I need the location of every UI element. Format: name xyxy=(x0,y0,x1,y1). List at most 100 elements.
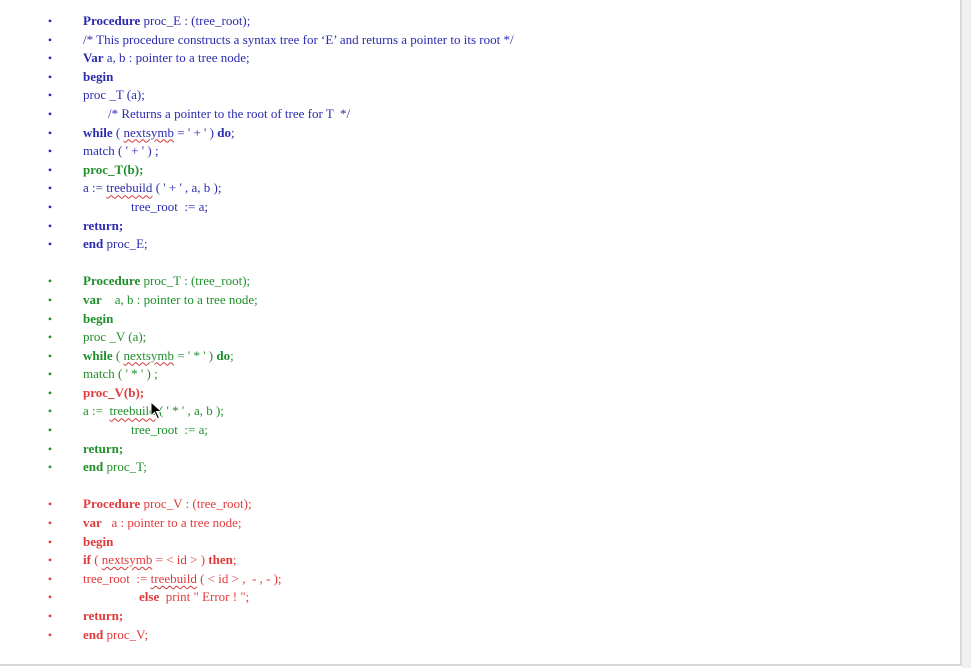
keyword: proc_T(b); xyxy=(83,161,144,177)
misspelled-word: nextsymb xyxy=(123,347,175,363)
code-line: • return; xyxy=(0,217,950,236)
code-segment: ( xyxy=(112,347,124,363)
code-text: return; xyxy=(83,217,123,236)
misspelled-word: nextsymb xyxy=(101,552,153,568)
code-line: • match ( ' * ' ) ; xyxy=(0,365,950,384)
bullet-icon: • xyxy=(47,423,53,438)
code-text: proc_V(b); xyxy=(83,384,144,403)
code-segment: proc_T; xyxy=(103,459,147,475)
bullet-icon: • xyxy=(47,367,53,382)
keyword: end xyxy=(83,236,104,252)
code-segment: ( < id > , - , - ); xyxy=(196,570,282,586)
bullet-icon: • xyxy=(47,571,53,586)
keyword: else xyxy=(139,589,160,605)
code-line: • proc _V (a); xyxy=(0,328,950,347)
bullet-icon: • xyxy=(47,460,53,475)
keyword: Procedure xyxy=(83,273,141,289)
code-line: • tree_root := a; xyxy=(0,421,950,440)
bullet-icon: • xyxy=(47,627,53,642)
bullet-icon: • xyxy=(47,311,53,326)
procedure-block: • Procedure proc_V : (tree_root); • var a :… xyxy=(0,495,950,644)
code-segment: tree_root := xyxy=(83,570,151,586)
code-line: • tree_root := treebuild ( < id > , - , -… xyxy=(0,570,950,589)
code-text: if ( nextsymb = < id > ) then; xyxy=(83,551,236,570)
code-line: • return; xyxy=(0,440,950,459)
bullet-icon: • xyxy=(47,218,53,233)
code-text: tree_root := a; xyxy=(131,198,208,217)
code-line: • Procedure proc_V : (tree_root); xyxy=(0,495,950,514)
bullet-icon: • xyxy=(47,237,53,252)
code-text: /* Returns a pointer to the root of tree… xyxy=(108,105,350,124)
code-line: • a := treebuild ( ' + ' , a, b ); xyxy=(0,179,950,198)
code-segment: a, b : pointer to a tree node; xyxy=(103,50,250,66)
code-text: begin xyxy=(83,68,113,87)
code-text: proc _T (a); xyxy=(83,86,145,105)
code-text: proc _V (a); xyxy=(83,328,146,347)
keyword: end xyxy=(83,626,104,642)
mouse-cursor-icon xyxy=(150,401,163,420)
code-line: • proc _T (a); xyxy=(0,86,950,105)
bullet-icon: • xyxy=(47,590,53,605)
code-line: • end proc_V; xyxy=(0,626,950,645)
code-line: • begin xyxy=(0,68,950,87)
keyword: Var xyxy=(83,50,104,66)
code-segment: proc_V; xyxy=(103,626,149,642)
code-line: • tree_root := a; xyxy=(0,198,950,217)
code-text: end proc_V; xyxy=(83,626,148,645)
code-text: tree_root := treebuild ( < id > , - , - … xyxy=(83,570,282,589)
misspelled-word: treebuild xyxy=(106,180,153,196)
bullet-icon: • xyxy=(47,88,53,103)
code-line: • var a, b : pointer to a tree node; xyxy=(0,291,950,310)
procedure-block: • Procedure proc_T : (tree_root); • var a, … xyxy=(0,272,950,477)
keyword: return; xyxy=(83,608,124,623)
bullet-icon: • xyxy=(47,441,53,456)
block-separator xyxy=(0,477,950,496)
code-segment: match ( ' + ' ) ; xyxy=(83,143,159,159)
bullet-icon: • xyxy=(47,144,53,159)
code-text: while ( nextsymb = ' * ' ) do; xyxy=(83,347,234,366)
code-line: • Var a, b : pointer to a tree node; xyxy=(0,49,950,68)
code-line: • proc_T(b); xyxy=(0,161,950,180)
code-text: begin xyxy=(83,310,113,329)
code-text: Procedure proc_V : (tree_root); xyxy=(83,495,252,514)
bullet-icon: • xyxy=(47,609,53,623)
code-line: • match ( ' + ' ) ; xyxy=(0,142,950,161)
code-segment: proc_T : (tree_root); xyxy=(140,273,251,289)
code-line: • a := treebuild ( ' * ' , a, b ); xyxy=(0,402,950,421)
keyword: while xyxy=(83,347,113,363)
code-segment: ; xyxy=(230,124,235,140)
code-text: return; xyxy=(83,440,123,459)
code-line: • while ( nextsymb = ' + ' ) do; xyxy=(0,124,950,143)
keyword: return; xyxy=(83,217,124,233)
code-segment: /* This procedure constructs a syntax tr… xyxy=(83,31,514,47)
bullet-icon: • xyxy=(47,181,53,196)
keyword: do xyxy=(217,124,231,140)
code-text: match ( ' + ' ) ; xyxy=(83,142,159,161)
keyword: then xyxy=(208,552,233,568)
code-text: return; xyxy=(83,607,123,626)
bullet-icon: • xyxy=(47,51,53,66)
code-line: • begin xyxy=(0,310,950,329)
code-text: a := treebuild ( ' + ' , a, b ); xyxy=(83,179,222,198)
code-segment: = ' * ' ) xyxy=(174,347,217,363)
code-line: • end proc_E; xyxy=(0,235,950,254)
keyword: proc_V(b); xyxy=(83,384,145,400)
code-segment: proc _T (a); xyxy=(83,87,145,103)
code-text: Procedure proc_T : (tree_root); xyxy=(83,272,250,291)
bullet-icon: • xyxy=(47,330,53,345)
keyword: if xyxy=(83,552,91,568)
code-line: • proc_V(b); xyxy=(0,384,950,403)
code-segment: proc_V : (tree_root); xyxy=(140,496,252,512)
bullet-icon: • xyxy=(47,162,53,177)
procedure-block: • Procedure proc_E : (tree_root); • /* This… xyxy=(0,12,950,254)
code-segment: print " Error ! "; xyxy=(159,589,250,605)
code-segment: = < id > ) xyxy=(152,552,209,568)
code-line: • while ( nextsymb = ' * ' ) do; xyxy=(0,347,950,366)
bullet-icon: • xyxy=(47,516,53,531)
code-segment: a : pointer to a tree node; xyxy=(101,515,242,531)
keyword: end xyxy=(83,459,104,475)
code-line: • begin xyxy=(0,533,950,552)
keyword: Procedure xyxy=(83,13,141,28)
code-segment: match ( ' * ' ) ; xyxy=(83,366,158,382)
code-text: while ( nextsymb = ' + ' ) do; xyxy=(83,124,235,143)
